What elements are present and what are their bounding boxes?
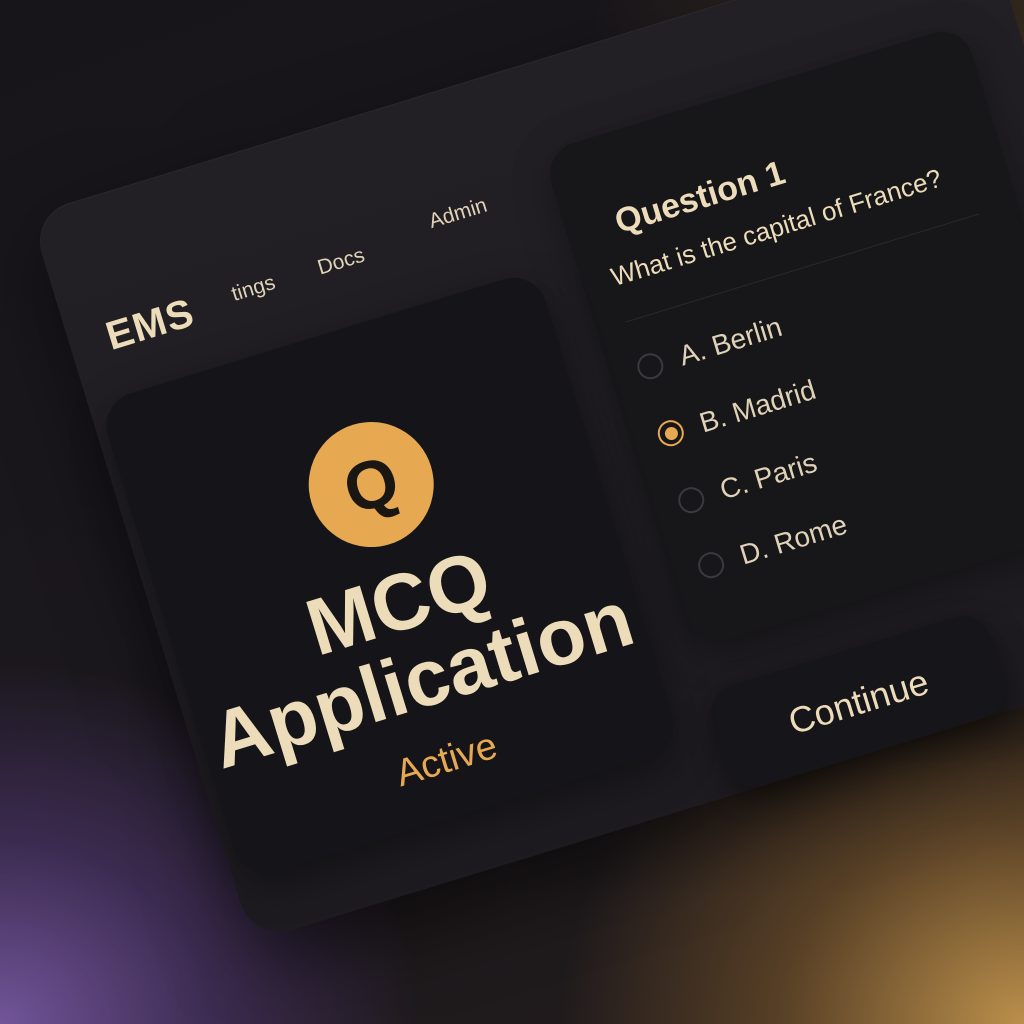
scene: EMS tings Docs Admin Question 1 What is … [0, 0, 1024, 1024]
quiz-logo-letter: Q [334, 440, 408, 529]
quiz-logo-icon: Q [293, 406, 450, 563]
app-card-layer: Q MCQ Application Active [0, 0, 1024, 997]
app-card: Q MCQ Application Active [98, 269, 683, 882]
